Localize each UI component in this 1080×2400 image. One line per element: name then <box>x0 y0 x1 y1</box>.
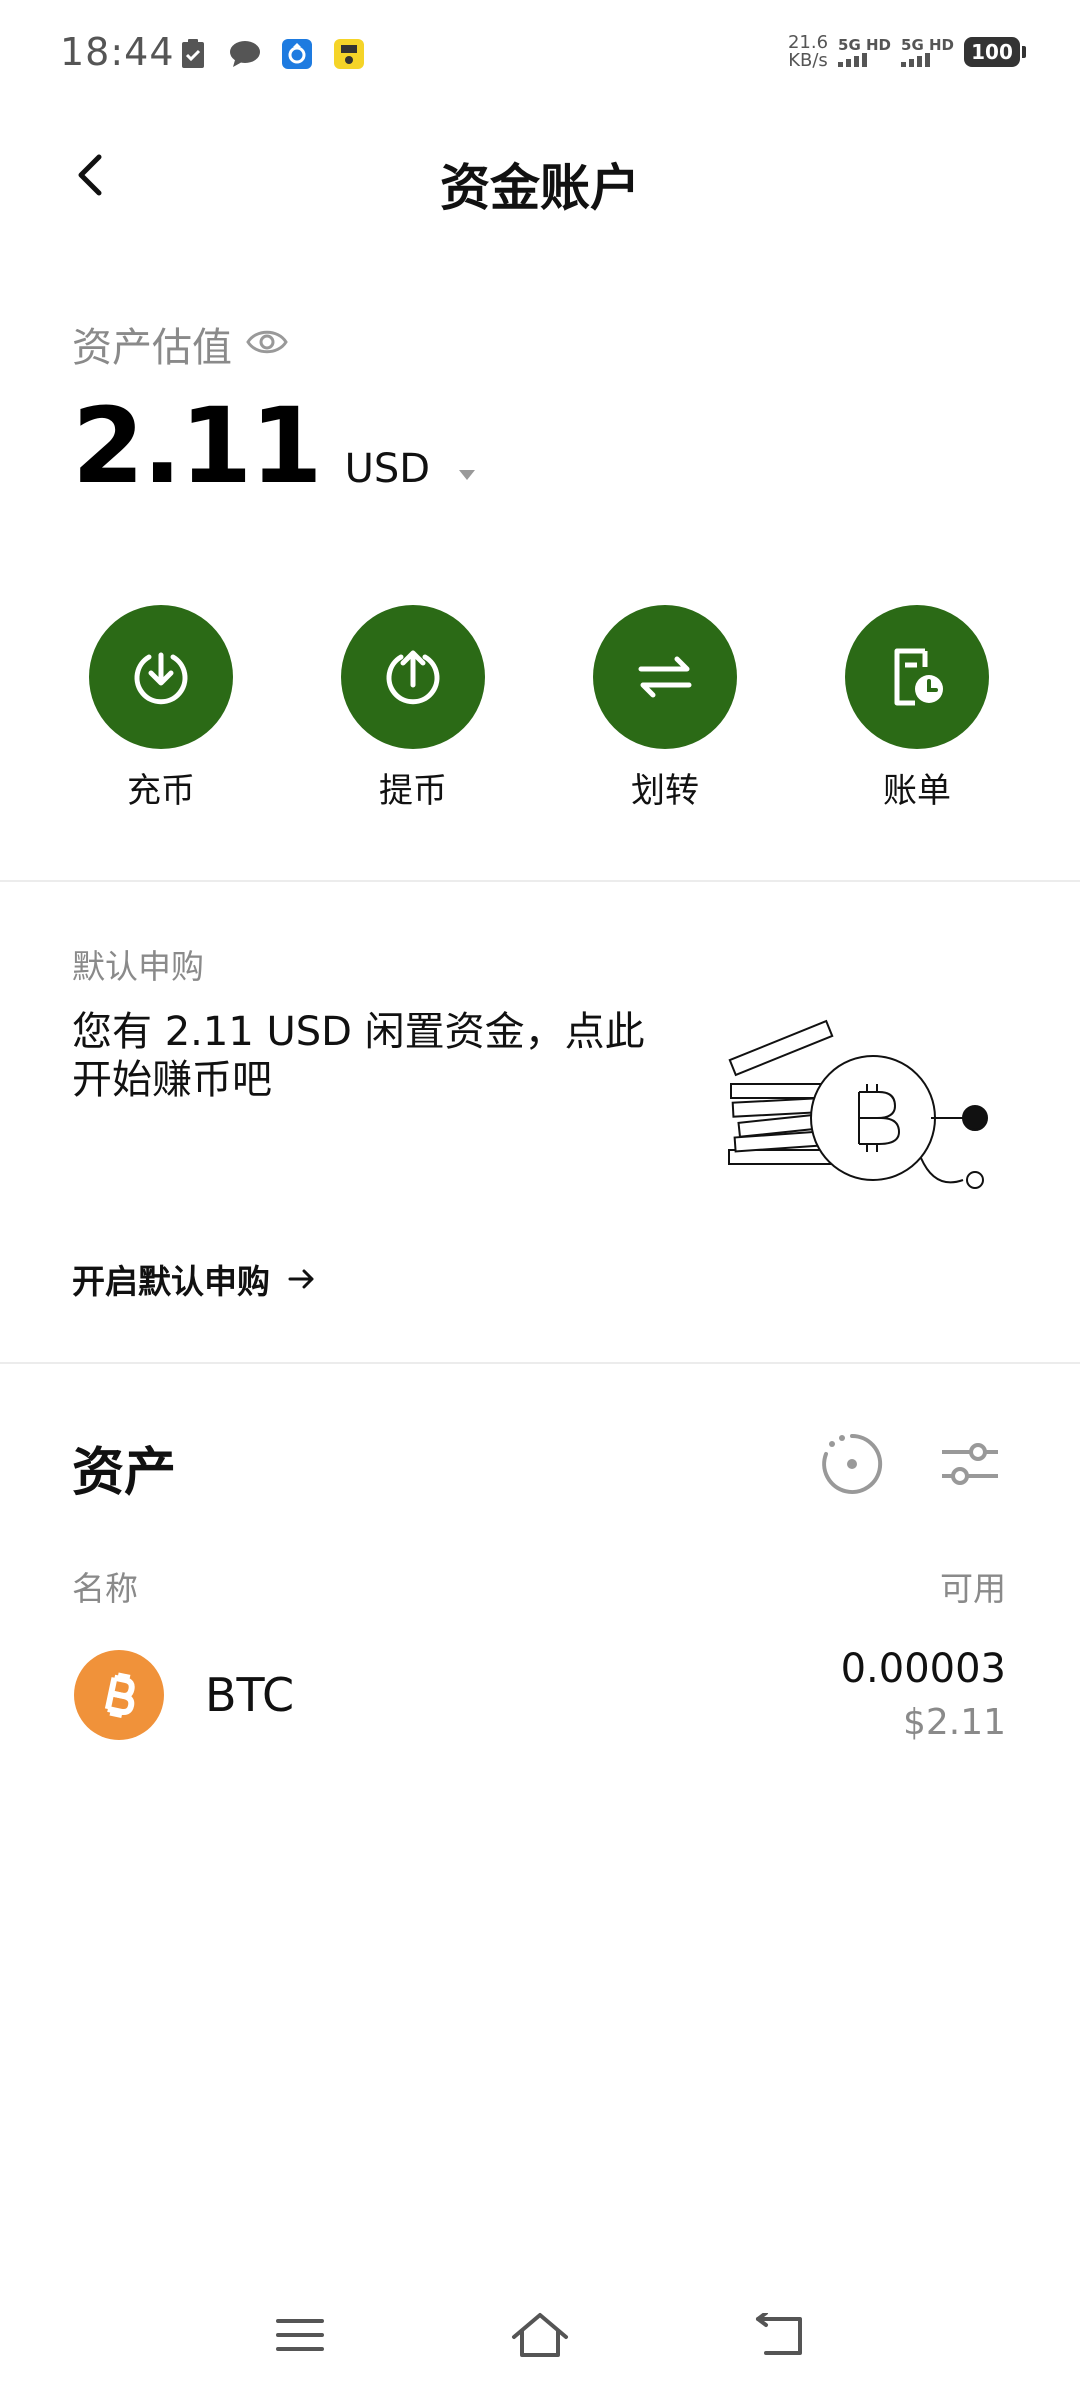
assets-title: 资产 <box>72 1443 177 1503</box>
enable-default-subscribe-link[interactable]: 开启默认申购 <box>72 1255 316 1303</box>
sim1-label: 5G HD <box>838 36 892 54</box>
column-name-header: 名称 <box>72 1569 138 1608</box>
deposit-button[interactable]: 充币 <box>81 605 241 812</box>
back-nav-button[interactable] <box>745 2300 815 2370</box>
app-yellow-icon <box>331 36 367 72</box>
home-button[interactable] <box>505 2300 575 2370</box>
divider <box>0 1362 1080 1364</box>
coins-illustration-icon <box>725 1000 1015 1210</box>
asset-label: 资产估值 <box>72 325 232 371</box>
transfer-icon <box>593 605 737 749</box>
quick-actions: 充币 提币 划转 账单 <box>0 605 1080 825</box>
battery-icon: 100 <box>964 37 1026 67</box>
signal-sim1: 5G HD <box>838 37 891 67</box>
message-icon <box>227 36 263 72</box>
net-speed: 21.6 KB/s <box>788 34 828 70</box>
signal-sim2: 5G HD <box>901 37 954 67</box>
withdraw-button[interactable]: 提币 <box>333 605 493 812</box>
signal-bars-icon <box>838 53 891 67</box>
asset-label-row: 资产估值 <box>72 315 288 373</box>
home-icon <box>512 2313 568 2357</box>
bill-icon <box>845 605 989 749</box>
app-blue-icon <box>279 36 315 72</box>
bill-label: 账单 <box>883 771 951 811</box>
withdraw-icon <box>341 605 485 749</box>
bitcoin-icon <box>74 1650 164 1740</box>
page-title: 资金账户 <box>440 159 640 217</box>
net-speed-unit: KB/s <box>788 50 828 71</box>
divider <box>0 880 1080 882</box>
transfer-button[interactable]: 划转 <box>585 605 745 812</box>
caret-down-icon <box>457 446 477 492</box>
signal-bars-icon <box>901 53 954 67</box>
hide-small-assets-icon[interactable] <box>820 1432 884 1496</box>
withdraw-label: 提币 <box>379 771 447 811</box>
bill-button[interactable]: 账单 <box>837 605 997 812</box>
menu-button[interactable] <box>265 2300 335 2370</box>
currency-label: USD <box>344 446 431 492</box>
coin-amount: 0.00003 <box>840 1646 1006 1692</box>
clipboard-icon <box>175 36 211 72</box>
asset-value-row: 2.11 USD <box>72 385 477 507</box>
header: 资金账户 <box>0 120 1080 230</box>
status-bar: 18:44 21.6 KB/s 5G HD 5G HD 100 <box>0 0 1080 110</box>
coin-symbol: BTC <box>205 1668 295 1722</box>
coin-usd-value: $2.11 <box>902 1702 1006 1743</box>
deposit-label: 充币 <box>127 771 195 811</box>
asset-row-btc[interactable]: BTC 0.00003 $2.11 <box>0 1640 1080 1770</box>
currency-selector[interactable]: USD <box>345 446 477 492</box>
system-nav-bar <box>0 2290 1080 2380</box>
menu-icon <box>276 2319 324 2351</box>
arrow-right-icon <box>288 1269 314 1289</box>
status-right: 21.6 KB/s 5G HD 5G HD 100 <box>788 34 1026 70</box>
promo-text[interactable]: 您有 2.11 USD 闲置资金，点此开始赚币吧 <box>72 1008 672 1104</box>
deposit-icon <box>89 605 233 749</box>
promo-label: 默认申购 <box>72 947 204 986</box>
status-time: 18:44 <box>60 30 175 74</box>
column-available-header: 可用 <box>940 1569 1006 1608</box>
filter-sliders-icon[interactable] <box>938 1432 1002 1496</box>
asset-value: 2.11 <box>72 385 323 507</box>
notification-icons <box>175 36 367 72</box>
eye-icon[interactable] <box>246 327 288 361</box>
back-nav-icon <box>756 2313 802 2355</box>
transfer-label: 划转 <box>631 771 699 811</box>
sim2-label: 5G HD <box>901 36 954 54</box>
promo-link-label: 开启默认申购 <box>72 1262 270 1301</box>
